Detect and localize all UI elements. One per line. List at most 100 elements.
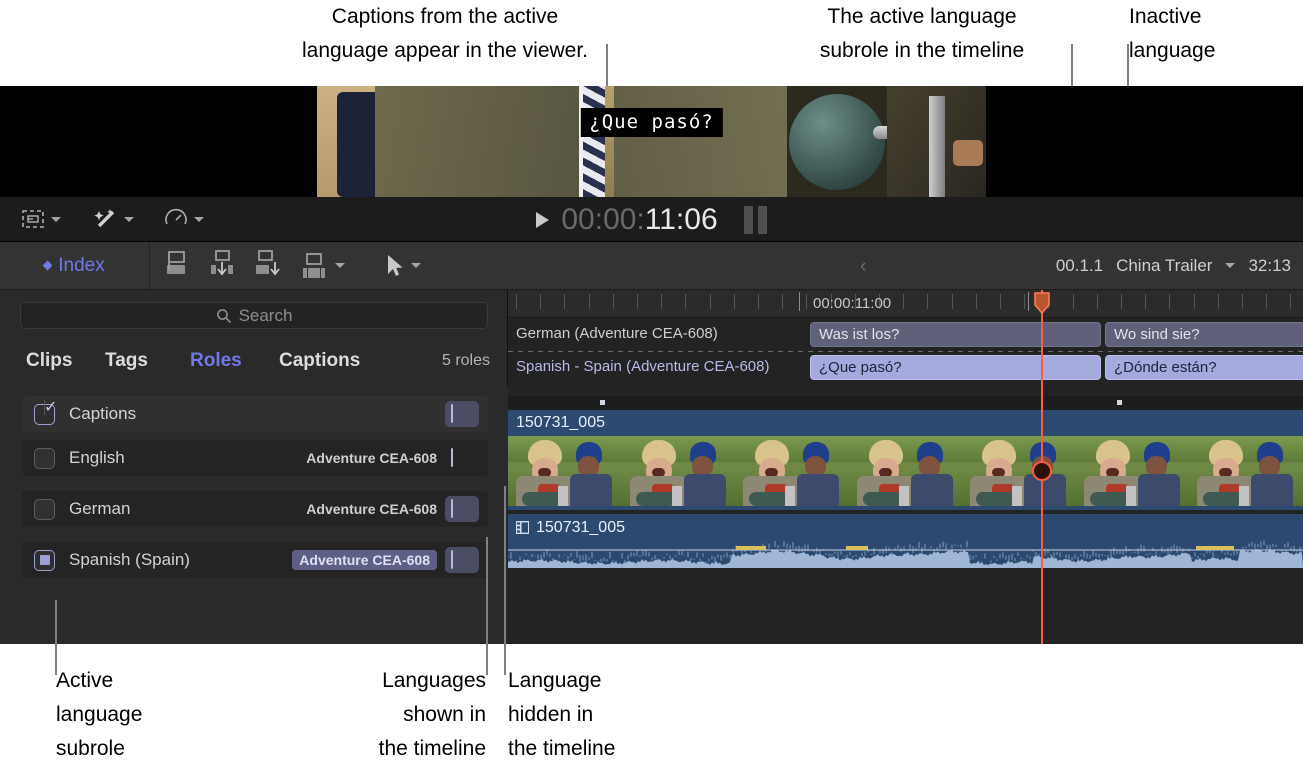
playhead-skimmer-dot: [1032, 461, 1052, 481]
check-icon: ✓: [44, 400, 45, 415]
filmstrip-frame: [735, 436, 849, 506]
marker[interactable]: [1117, 400, 1122, 405]
timeline[interactable]: 00:00:11:00 German (Adventure CEA-608) W…: [508, 290, 1303, 644]
index-button[interactable]: Index: [0, 242, 150, 289]
timeline-toggle-captions[interactable]: [445, 401, 479, 427]
filmstrip-frame: [622, 436, 736, 506]
role-checkbox-german[interactable]: [34, 499, 55, 520]
ruler-tick: [1121, 294, 1122, 309]
frame-zipper: [605, 86, 614, 197]
overwrite-clip-button[interactable]: [298, 251, 345, 281]
ruler-tick: [1290, 294, 1291, 309]
playhead-handle[interactable]: [1034, 292, 1050, 314]
role-label-german: German: [69, 499, 306, 519]
caption-clip-german-1[interactable]: Was ist los?: [810, 322, 1101, 347]
audio-waveform: [508, 540, 1303, 568]
search-input[interactable]: Search: [20, 302, 488, 329]
role-checkbox-english[interactable]: [34, 448, 55, 469]
leader-line-languages-shown: [486, 537, 488, 675]
ruler-tick: [1097, 294, 1098, 309]
tab-tags[interactable]: Tags: [105, 350, 148, 372]
timeline-ruler[interactable]: 00:00:11:00: [508, 290, 1303, 318]
ruler-tick: [734, 294, 735, 309]
ruler-tick: [637, 294, 638, 309]
viewer-caption: ¿Que pasó?: [580, 108, 722, 137]
leader-line-language-hidden: [504, 486, 506, 675]
video-clip-name: 150731_005: [516, 414, 605, 432]
ruler-tick: [564, 294, 565, 309]
timeline-toggle-english[interactable]: [445, 445, 479, 471]
annotation-language-hidden: Language hidden in the timeline: [508, 664, 708, 766]
annotation-active-subrole: The active language subrole in the timel…: [772, 0, 1072, 68]
project-name[interactable]: China Trailer: [1116, 256, 1212, 276]
caption-clip-spanish-1[interactable]: ¿Que pasó?: [810, 355, 1101, 380]
role-checkbox-captions[interactable]: ✓: [34, 404, 55, 425]
select-tool-button[interactable]: [385, 253, 421, 279]
search-row: Search: [0, 290, 508, 340]
filmstrip-frame: [1189, 436, 1303, 506]
connect-clip-icon: [160, 248, 192, 278]
ruler-tick: [685, 294, 686, 309]
role-label-spanish: Spanish (Spain): [69, 550, 292, 570]
monitor-icon: [451, 449, 473, 467]
timecode-bright-part: 11:06: [645, 203, 718, 236]
pause-bars-icon: [744, 206, 767, 234]
role-label-captions: Captions: [69, 404, 445, 424]
caption-clip-spanish-2[interactable]: ¿Dónde están?: [1105, 355, 1303, 380]
role-row-english[interactable]: English Adventure CEA-608: [22, 440, 488, 476]
leader-line-captions-viewer: [606, 44, 608, 92]
frame-chrome-bar: [929, 96, 945, 197]
caption-clip-german-2[interactable]: Wo sind sie?: [1105, 322, 1303, 347]
chevron-down-icon[interactable]: [1225, 263, 1235, 268]
timeline-toggle-spanish[interactable]: [445, 547, 479, 573]
audio-clip[interactable]: 150731_005: [508, 514, 1303, 568]
back-chevron-icon[interactable]: ‹: [860, 256, 866, 278]
viewer-letterbox-right: [986, 86, 1303, 197]
role-count-label: 5 roles: [442, 352, 490, 370]
tab-roles[interactable]: Roles: [190, 350, 242, 372]
ruler-tick: [516, 294, 517, 309]
ruler-tick: [710, 294, 711, 309]
tab-captions[interactable]: Captions: [279, 350, 360, 372]
marker[interactable]: [600, 400, 605, 405]
ruler-tick: [1000, 294, 1001, 309]
chevron-down-icon: [335, 263, 345, 268]
ruler-tick: [1194, 294, 1195, 309]
ruler-tick: [1073, 294, 1074, 309]
ruler-tick-major: [1028, 292, 1029, 311]
append-clip-icon: [252, 248, 284, 278]
role-row-captions[interactable]: ✓ Captions: [22, 396, 488, 432]
ruler-tick: [661, 294, 662, 309]
caption-lane-label-spanish: Spanish - Spain (Adventure CEA-608): [516, 358, 769, 375]
caption-lane-spanish[interactable]: Spanish - Spain (Adventure CEA-608) ¿Que…: [508, 352, 1303, 383]
overwrite-clip-icon: [298, 251, 330, 281]
timecode-dim-part: 00:00:: [561, 203, 644, 236]
ruler-tick: [1242, 294, 1243, 309]
role-checkbox-spanish[interactable]: [34, 550, 55, 571]
caption-lane-label-german: German (Adventure CEA-608): [516, 325, 718, 342]
ruler-timecode: 00:00:11:00: [813, 295, 891, 312]
monitor-icon: [451, 405, 473, 423]
append-clip-button[interactable]: [252, 248, 284, 283]
frame-mirror: [789, 94, 885, 190]
role-label-english: English: [69, 448, 306, 468]
role-row-spanish[interactable]: Spanish (Spain) Adventure CEA-608: [22, 542, 488, 578]
ruler-tick: [1218, 294, 1219, 309]
video-clip[interactable]: 150731_005: [508, 410, 1303, 510]
monitor-icon: [451, 500, 473, 518]
timeline-toggle-german[interactable]: [445, 496, 479, 522]
search-icon: [216, 308, 232, 324]
timecode-display[interactable]: 00:00:11:06: [0, 197, 1303, 242]
ruler-tick: [806, 294, 807, 309]
tab-clips[interactable]: Clips: [26, 350, 72, 372]
insert-clip-button[interactable]: [206, 248, 238, 283]
caption-lane-german[interactable]: German (Adventure CEA-608) Was ist los? …: [508, 319, 1303, 350]
active-square-icon: [40, 555, 50, 565]
connect-clip-button[interactable]: [160, 248, 192, 283]
ruler-tick: [782, 294, 783, 309]
ruler-tick: [903, 294, 904, 309]
role-row-german[interactable]: German Adventure CEA-608: [22, 491, 488, 527]
annotation-languages-shown: Languages shown in the timeline: [286, 664, 486, 766]
filmstrip-icon: [516, 521, 529, 534]
role-subrole-german: Adventure CEA-608: [306, 501, 437, 517]
